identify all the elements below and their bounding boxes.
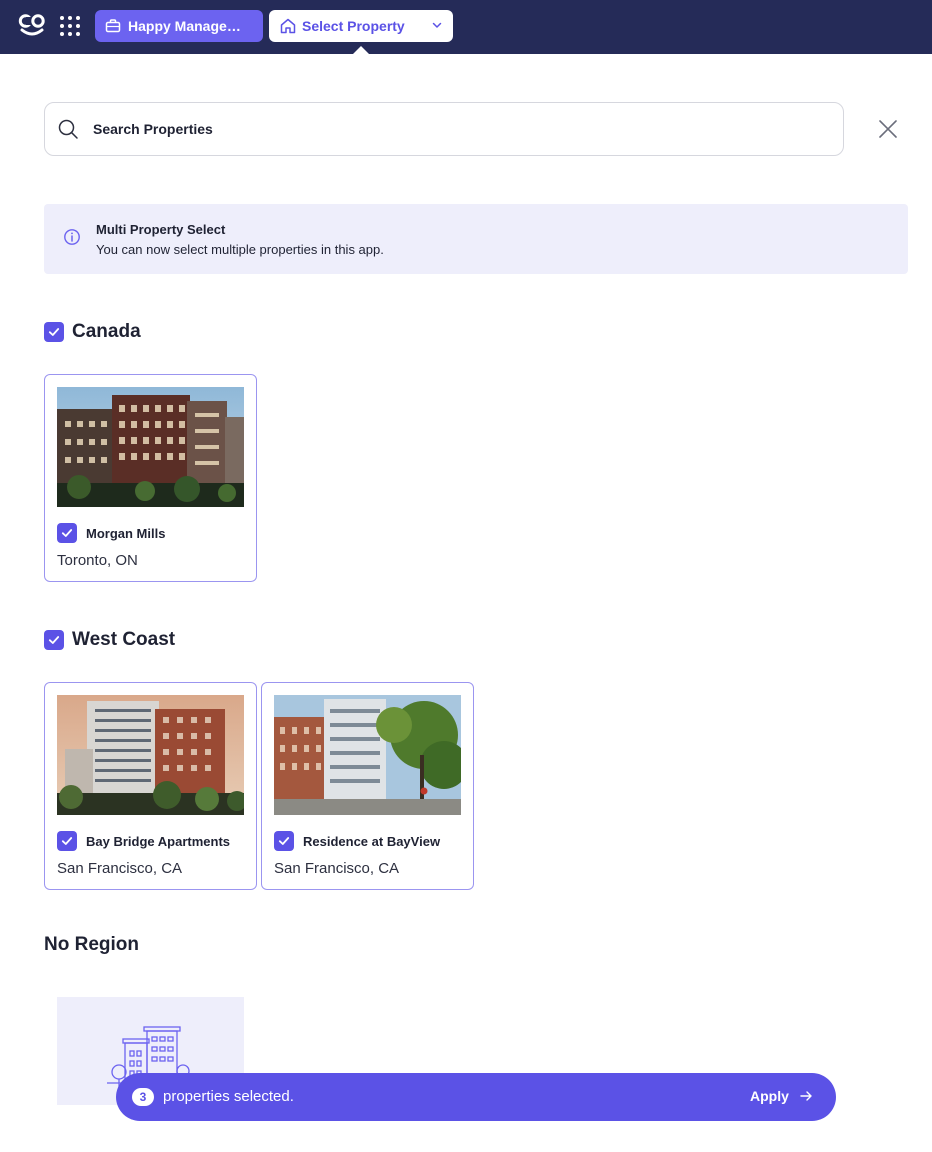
apply-button[interactable]: Apply xyxy=(750,1088,813,1104)
region-header-west-coast: West Coast xyxy=(44,629,175,651)
info-banner-title: Multi Property Select xyxy=(96,222,226,237)
search-bar[interactable] xyxy=(44,102,844,156)
property-card-residence-at-bayview[interactable]: Residence at BayView San Francisco, CA xyxy=(261,682,474,890)
checkmark-icon xyxy=(48,328,60,336)
property-card-morgan-mills[interactable]: Morgan Mills Toronto, ON xyxy=(44,374,257,582)
selection-bar: 3 properties selected. Apply xyxy=(116,1073,836,1121)
checkmark-icon xyxy=(48,636,60,644)
region-name: Canada xyxy=(72,321,141,342)
property-location: San Francisco, CA xyxy=(274,860,400,877)
property-checkbox[interactable] xyxy=(57,831,77,851)
co-logo-icon[interactable] xyxy=(18,12,46,38)
property-selector-label: Select Property xyxy=(302,18,405,34)
home-icon xyxy=(279,17,297,35)
property-card-bay-bridge-apartments[interactable]: Bay Bridge Apartments San Francisco, CA xyxy=(44,682,257,890)
apps-grid-icon[interactable] xyxy=(58,14,82,38)
checkmark-icon xyxy=(61,837,73,845)
property-checkbox[interactable] xyxy=(57,523,77,543)
region-header-canada: Canada xyxy=(44,321,141,343)
selected-count-badge: 3 xyxy=(132,1088,154,1106)
search-icon xyxy=(57,118,79,140)
close-icon[interactable] xyxy=(876,117,900,141)
chevron-down-icon xyxy=(431,19,443,31)
property-name: Morgan Mills xyxy=(86,525,166,541)
property-selector-button[interactable]: Select Property xyxy=(269,10,453,42)
region-name: West Coast xyxy=(72,629,176,650)
property-location: San Francisco, CA xyxy=(57,860,183,877)
property-checkbox[interactable] xyxy=(274,831,294,851)
company-selector-label: Happy Management xyxy=(128,18,252,34)
property-name: Bay Bridge Apartments xyxy=(86,833,230,849)
property-location: Toronto, ON xyxy=(57,552,138,569)
property-name: Residence at BayView xyxy=(303,833,441,849)
info-banner-text: You can now select multiple properties i… xyxy=(96,242,384,257)
checkmark-icon xyxy=(278,837,290,845)
region-header-no-region: No Region xyxy=(44,934,139,955)
region-checkbox-west-coast[interactable] xyxy=(44,630,64,650)
region-checkbox-canada[interactable] xyxy=(44,322,64,342)
top-navigation-bar: Happy Management Select Property xyxy=(0,0,932,54)
arrow-right-icon xyxy=(799,1089,813,1103)
property-photo xyxy=(274,695,461,815)
property-name-row: Morgan Mills xyxy=(57,523,165,543)
search-input[interactable] xyxy=(93,121,793,137)
property-name-row: Bay Bridge Apartments xyxy=(57,831,230,851)
property-name-row: Residence at BayView xyxy=(274,831,440,851)
briefcase-icon xyxy=(105,18,121,34)
apply-button-label: Apply xyxy=(750,1088,789,1104)
info-icon xyxy=(63,228,81,246)
property-photo xyxy=(57,387,244,507)
checkmark-icon xyxy=(61,529,73,537)
property-photo xyxy=(57,695,244,815)
company-selector-button[interactable]: Happy Management xyxy=(95,10,263,42)
info-banner: Multi Property Select You can now select… xyxy=(44,204,908,274)
selected-count-text: properties selected. xyxy=(163,1088,294,1105)
